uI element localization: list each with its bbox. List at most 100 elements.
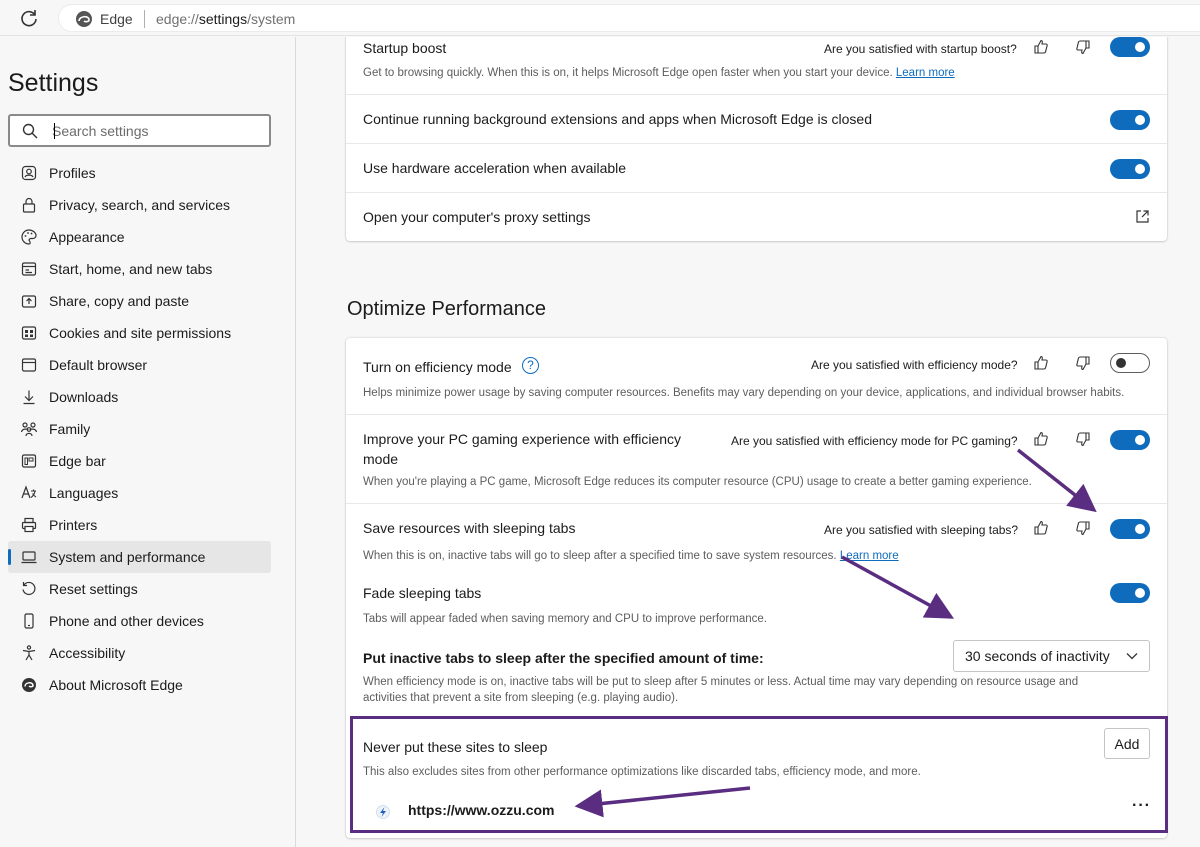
- thumbs-down-icon[interactable]: [1074, 38, 1092, 56]
- help-icon[interactable]: ?: [522, 357, 539, 374]
- languages-icon: [20, 484, 38, 502]
- sidebar-item-label: About Microsoft Edge: [49, 677, 183, 693]
- sleeping-tabs-desc-text: When this is on, inactive tabs will go t…: [363, 550, 837, 562]
- printer-icon: [20, 516, 38, 534]
- sidebar-item-edge-bar[interactable]: Edge bar: [8, 445, 271, 477]
- cookies-icon: [20, 324, 38, 342]
- efficiency-mode-desc: Helps minimize power usage by saving com…: [363, 387, 1125, 399]
- fade-sleeping-tabs-desc: Tabs will appear faded when saving memor…: [363, 613, 767, 625]
- text-cursor: [54, 123, 55, 139]
- gaming-question: Are you satisfied with efficiency mode f…: [731, 434, 1018, 448]
- startup-boost-desc: Get to browsing quickly. When this is on…: [363, 67, 955, 79]
- sidebar-item-label: Cookies and site permissions: [49, 325, 232, 341]
- edge-bar-icon: [20, 452, 38, 470]
- sidebar-item-accessibility[interactable]: Accessibility: [8, 637, 271, 669]
- address-bar-url[interactable]: edge://settings/system: [156, 11, 295, 27]
- refresh-icon[interactable]: [18, 7, 40, 29]
- lock-icon: [20, 196, 38, 214]
- system-card: Startup boost Are you satisfied with sta…: [346, 37, 1167, 241]
- sidebar-item-appearance[interactable]: Appearance: [8, 221, 271, 253]
- sidebar-nav: Profiles Privacy, search, and services A…: [8, 157, 271, 701]
- proxy-settings-title: Open your computer's proxy settings: [363, 209, 591, 225]
- inactive-timeout-desc-line2: activities that prevent a site from slee…: [363, 692, 679, 704]
- sidebar-item-label: Reset settings: [49, 581, 138, 597]
- sidebar-item-label: Appearance: [49, 229, 125, 245]
- inactive-timeout-dropdown[interactable]: 30 seconds of inactivity: [953, 640, 1150, 672]
- share-icon: [20, 292, 38, 310]
- sidebar-item-cookies[interactable]: Cookies and site permissions: [8, 317, 271, 349]
- family-icon: [20, 420, 38, 438]
- url-path: /system: [247, 11, 296, 27]
- sidebar-item-phone[interactable]: Phone and other devices: [8, 605, 271, 637]
- thumbs-up-icon[interactable]: [1032, 519, 1050, 537]
- never-sleep-title: Never put these sites to sleep: [363, 739, 548, 755]
- sidebar-item-label: Edge bar: [49, 453, 106, 469]
- hardware-acceleration-toggle[interactable]: [1110, 159, 1150, 179]
- background-apps-toggle[interactable]: [1110, 110, 1150, 130]
- search-input[interactable]: [52, 122, 262, 140]
- sidebar-item-system[interactable]: System and performance: [8, 541, 271, 573]
- home-tabs-icon: [20, 260, 38, 278]
- search-box[interactable]: [8, 114, 271, 147]
- site-url: https://www.ozzu.com: [408, 802, 555, 818]
- thumbs-up-icon[interactable]: [1032, 430, 1050, 448]
- url-scheme: edge://: [156, 11, 199, 27]
- gaming-desc: When you're playing a PC game, Microsoft…: [363, 476, 1032, 488]
- sidebar-item-label: Default browser: [49, 357, 148, 373]
- address-bar-divider: [144, 10, 145, 28]
- sidebar-item-start-home[interactable]: Start, home, and new tabs: [8, 253, 271, 285]
- sidebar-item-default-browser[interactable]: Default browser: [8, 349, 271, 381]
- learn-more-link[interactable]: Learn more: [840, 550, 899, 562]
- download-icon: [20, 388, 38, 406]
- sidebar-item-downloads[interactable]: Downloads: [8, 381, 271, 413]
- sidebar-item-languages[interactable]: Languages: [8, 477, 271, 509]
- startup-boost-toggle[interactable]: [1110, 37, 1150, 57]
- sidebar-item-label: System and performance: [49, 549, 206, 565]
- hardware-acceleration-row: Use hardware acceleration when available: [346, 144, 1167, 193]
- startup-boost-desc-text: Get to browsing quickly. When this is on…: [363, 67, 893, 79]
- thumbs-up-icon[interactable]: [1032, 38, 1050, 56]
- site-favicon-icon: [376, 805, 390, 819]
- thumbs-down-icon[interactable]: [1074, 430, 1092, 448]
- learn-more-link[interactable]: Learn more: [896, 67, 955, 79]
- fade-sleeping-tabs-toggle[interactable]: [1110, 583, 1150, 603]
- address-bar-brand: Edge: [100, 11, 133, 27]
- sleeping-tabs-title: Save resources with sleeping tabs: [363, 520, 576, 536]
- thumbs-up-icon[interactable]: [1032, 354, 1050, 372]
- chevron-down-icon: [1126, 653, 1138, 660]
- profile-icon: [20, 164, 38, 182]
- gaming-title-line1: Improve your PC gaming experience with e…: [363, 431, 682, 447]
- hardware-acceleration-title: Use hardware acceleration when available: [363, 160, 627, 176]
- more-options-button[interactable]: ···: [1132, 797, 1151, 815]
- add-site-button[interactable]: Add: [1104, 728, 1150, 759]
- sidebar-item-share[interactable]: Share, copy and paste: [8, 285, 271, 317]
- sidebar-item-label: Downloads: [49, 389, 119, 405]
- sidebar-title: Settings: [8, 69, 99, 97]
- phone-icon: [20, 612, 38, 630]
- sidebar-item-label: Printers: [49, 517, 98, 533]
- sidebar-item-privacy[interactable]: Privacy, search, and services: [8, 189, 271, 221]
- browser-icon: [20, 356, 38, 374]
- thumbs-down-icon[interactable]: [1074, 354, 1092, 372]
- sleeping-tabs-question: Are you satisfied with sleeping tabs?: [824, 523, 1019, 537]
- proxy-settings-row[interactable]: Open your computer's proxy settings: [346, 193, 1167, 241]
- background-apps-title: Continue running background extensions a…: [363, 111, 872, 127]
- thumbs-down-icon[interactable]: [1074, 519, 1092, 537]
- efficiency-mode-toggle[interactable]: [1110, 353, 1150, 373]
- sidebar-item-label: Languages: [49, 485, 119, 501]
- sleeping-tabs-toggle[interactable]: [1110, 519, 1150, 539]
- background-apps-row: Continue running background extensions a…: [346, 95, 1167, 144]
- sidebar-item-label: Profiles: [49, 165, 96, 181]
- external-link-icon[interactable]: [1135, 209, 1150, 224]
- search-icon: [22, 123, 38, 139]
- efficiency-mode-title: Turn on efficiency mode: [363, 359, 512, 375]
- sidebar-item-family[interactable]: Family: [8, 413, 271, 445]
- sidebar-item-reset[interactable]: Reset settings: [8, 573, 271, 605]
- sidebar-item-about[interactable]: About Microsoft Edge: [8, 669, 271, 701]
- sidebar-item-profiles[interactable]: Profiles: [8, 157, 271, 189]
- gaming-row: Improve your PC gaming experience with e…: [346, 415, 1167, 504]
- address-bar[interactable]: Edge edge://settings/system: [58, 4, 1200, 32]
- gaming-toggle[interactable]: [1110, 430, 1150, 450]
- laptop-icon: [20, 548, 38, 566]
- sidebar-item-printers[interactable]: Printers: [8, 509, 271, 541]
